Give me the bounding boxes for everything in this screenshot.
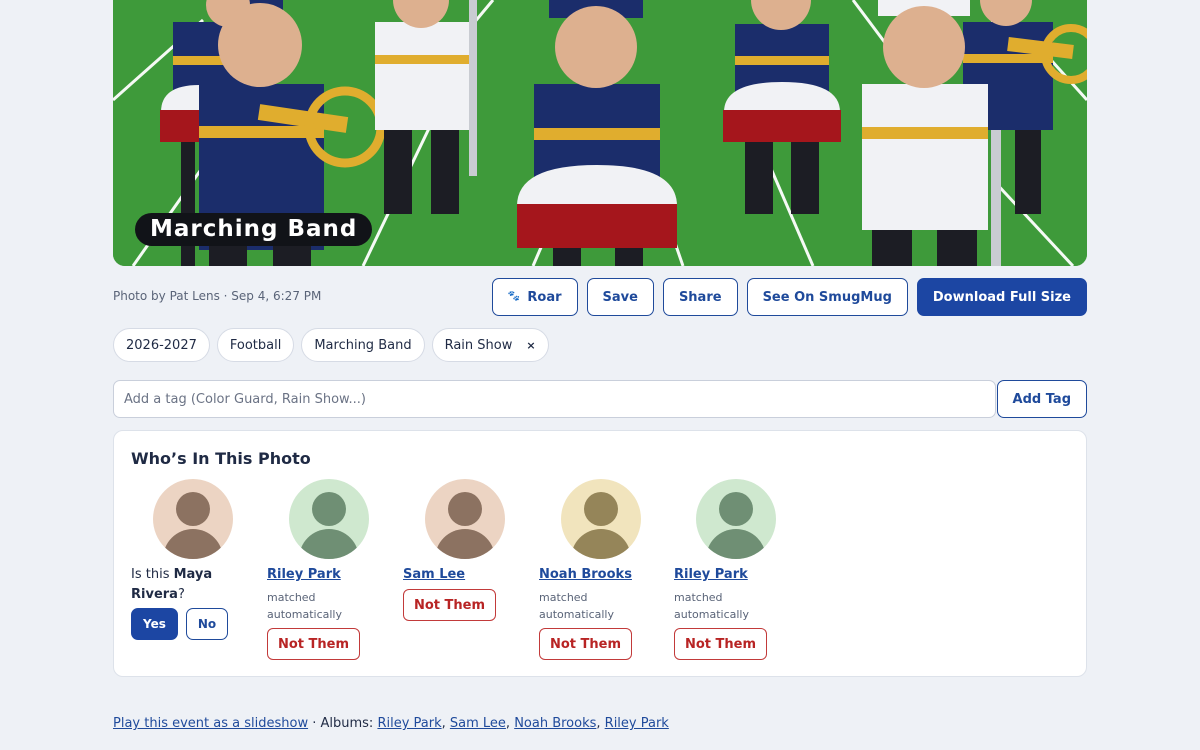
share-button[interactable]: Share <box>662 278 738 316</box>
person-name-link[interactable]: Sam Lee <box>403 567 465 582</box>
person-silhouette-icon <box>696 479 776 559</box>
person-silhouette-icon <box>289 479 369 559</box>
avatar <box>289 479 369 559</box>
yes-button[interactable]: Yes <box>131 608 178 640</box>
avatar <box>153 479 233 559</box>
footer-links: Play this event as a slideshow · Albums:… <box>113 716 669 731</box>
tag-label: Football <box>229 337 282 353</box>
album-link[interactable]: Noah Brooks <box>514 716 596 731</box>
tag-label: Rain Show <box>444 337 513 353</box>
event-photo[interactable]: Marching Band <box>113 0 1087 266</box>
avatar <box>696 479 776 559</box>
person-silhouette-icon <box>153 479 233 559</box>
people-card: Who’s In This Photo Is this Maya Rivera?… <box>113 430 1087 677</box>
paw-icon: 🐾 <box>507 291 521 302</box>
person-name-link[interactable]: Riley Park <box>674 567 748 582</box>
tag-list: 2026-2027 Football Marching Band Rain Sh… <box>113 328 549 362</box>
confirm-question: Is this Maya Rivera? <box>131 567 213 602</box>
matched-note: matched automatically <box>267 591 342 621</box>
tag-chip-removable[interactable]: Rain Show × <box>431 328 549 362</box>
photo-caption: Marching Band <box>135 213 373 246</box>
tag-chip[interactable]: Football <box>216 328 295 362</box>
photo-credit: Photo by Pat Lens · Sep 4, 6:27 PM <box>113 289 322 303</box>
add-tag-input[interactable] <box>113 380 996 418</box>
not-them-button[interactable]: Not Them <box>674 628 768 660</box>
roar-button[interactable]: 🐾 Roar <box>491 278 578 316</box>
remove-tag-icon[interactable]: × <box>526 339 535 352</box>
add-tag-button[interactable]: Add Tag <box>996 380 1087 418</box>
matched-note: matched automatically <box>539 591 614 621</box>
album-link[interactable]: Sam Lee <box>450 716 506 731</box>
albums-label: Albums: <box>320 716 378 731</box>
photo-actions: 🐾 Roar Save Share See On SmugMug Downloa… <box>491 278 1087 316</box>
avatar <box>425 479 505 559</box>
tag-chip[interactable]: 2026-2027 <box>113 328 210 362</box>
roar-label: Roar <box>527 289 562 305</box>
confirm-buttons: Yes No <box>131 608 229 640</box>
person-silhouette-icon <box>425 479 505 559</box>
no-button[interactable]: No <box>185 608 229 640</box>
matched-note: matched automatically <box>674 591 749 621</box>
not-them-button[interactable]: Not Them <box>403 589 497 621</box>
avatar <box>561 479 641 559</box>
album-link[interactable]: Riley Park <box>377 716 441 731</box>
download-full-size-button[interactable]: Download Full Size <box>916 278 1087 316</box>
tag-label: Marching Band <box>314 337 412 353</box>
not-them-button[interactable]: Not Them <box>539 628 633 660</box>
tag-label: 2026-2027 <box>126 337 197 353</box>
person-silhouette-icon <box>561 479 641 559</box>
not-them-button[interactable]: Not Them <box>267 628 361 660</box>
tag-chip[interactable]: Marching Band <box>301 328 425 362</box>
person-name-link[interactable]: Noah Brooks <box>539 567 632 582</box>
see-on-smugmug-button[interactable]: See On SmugMug <box>746 278 908 316</box>
save-button[interactable]: Save <box>586 278 654 316</box>
people-title: Who’s In This Photo <box>131 449 311 468</box>
person-name-link[interactable]: Riley Park <box>267 567 341 582</box>
slideshow-link[interactable]: Play this event as a slideshow <box>113 716 308 731</box>
album-link[interactable]: Riley Park <box>605 716 669 731</box>
